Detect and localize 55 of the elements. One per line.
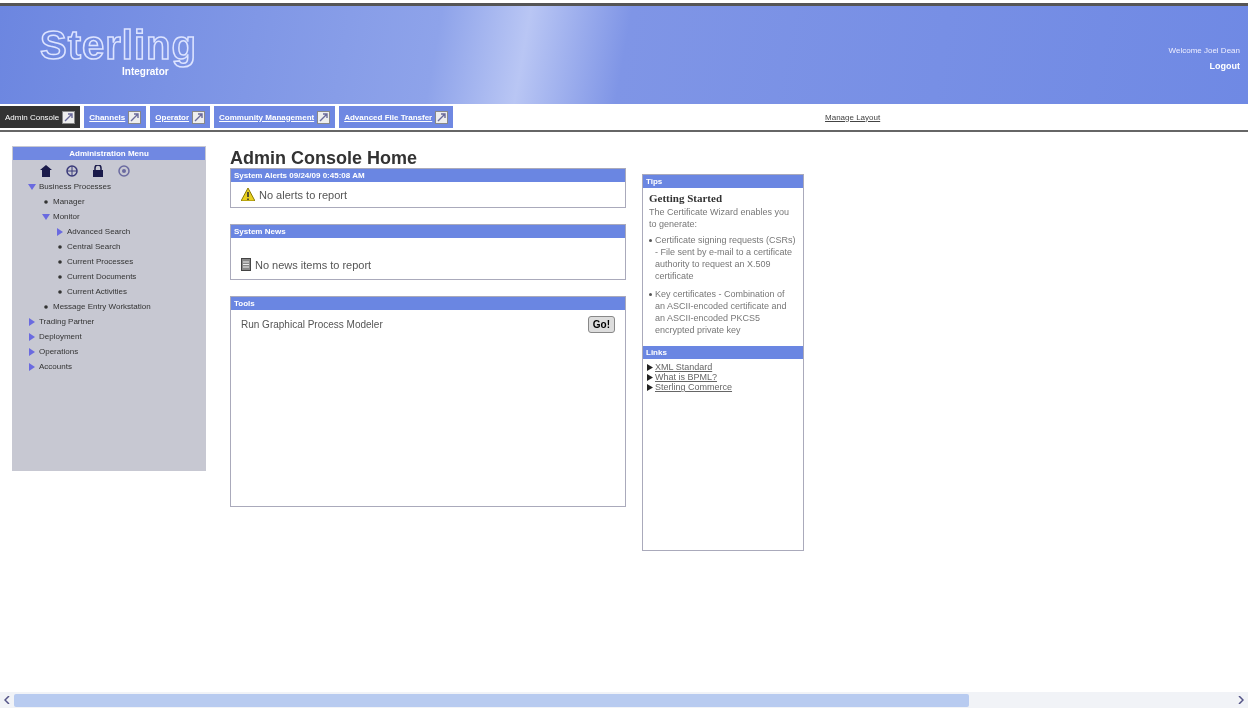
menu-item[interactable]: Manager bbox=[53, 197, 85, 206]
alerts-message: No alerts to report bbox=[259, 188, 348, 201]
menu-item[interactable]: Advanced Search bbox=[67, 227, 131, 236]
globe-icon[interactable] bbox=[66, 165, 78, 177]
bullet-icon bbox=[649, 239, 652, 242]
menu-item[interactable]: Current Activities bbox=[67, 287, 128, 296]
panel-header: System News bbox=[231, 225, 625, 238]
menu-item[interactable]: Accounts bbox=[39, 362, 72, 371]
home-icon[interactable] bbox=[40, 165, 52, 177]
bullet-icon bbox=[56, 242, 64, 251]
scroll-thumb[interactable] bbox=[14, 693, 969, 707]
menu-item[interactable]: Current Processes bbox=[67, 257, 134, 266]
bullet-icon bbox=[56, 287, 64, 296]
link[interactable]: What is BPML? bbox=[655, 372, 718, 382]
page-title: Admin Console Home bbox=[230, 148, 418, 168]
news-message: No news items to report bbox=[255, 258, 372, 271]
link[interactable]: XML Standard bbox=[655, 362, 713, 372]
menu-item[interactable]: Deployment bbox=[39, 332, 82, 341]
popout-icon[interactable] bbox=[62, 110, 76, 124]
bullet-icon bbox=[56, 272, 64, 281]
logo-subtitle: Integrator bbox=[122, 66, 169, 77]
scroll-right-icon[interactable] bbox=[1238, 696, 1244, 704]
manage-layout-link[interactable]: Manage Layout bbox=[825, 112, 881, 122]
menu-item[interactable]: Operations bbox=[39, 347, 79, 356]
scroll-left-icon[interactable] bbox=[4, 696, 10, 704]
welcome-text: Welcome Joel Dean bbox=[1168, 46, 1240, 55]
bullet-icon bbox=[56, 257, 64, 266]
menu-item[interactable]: Business Processes bbox=[39, 182, 112, 191]
menu-item[interactable]: Current Documents bbox=[67, 272, 137, 281]
warning-icon bbox=[241, 188, 255, 201]
bullet-icon bbox=[42, 302, 50, 311]
panel-header: Links bbox=[643, 346, 803, 359]
bullet-icon bbox=[649, 293, 652, 296]
panel-header: Tips bbox=[643, 175, 803, 188]
menu-item[interactable]: Monitor bbox=[53, 212, 80, 221]
tab[interactable]: Admin Console bbox=[0, 106, 81, 128]
lock-icon[interactable] bbox=[92, 165, 104, 177]
sidebar-title: Administration Menu bbox=[13, 147, 205, 160]
go-button[interactable]: Go! bbox=[587, 316, 615, 333]
menu-item[interactable]: Trading Partner bbox=[39, 317, 95, 326]
tips-heading: Getting Started bbox=[649, 192, 723, 204]
menu-item[interactable]: Message Entry Workstation bbox=[53, 302, 151, 311]
tips-text: The Certificate Wizard enables you to generate: bbox=[649, 206, 791, 230]
menu-item[interactable]: Central Search bbox=[67, 242, 121, 251]
panel-header: Tools bbox=[231, 297, 625, 310]
panel-header: System Alerts 09/24/09 0:45:08 AM bbox=[231, 169, 625, 182]
help-icon[interactable] bbox=[118, 165, 130, 177]
link[interactable]: Sterling Commerce bbox=[655, 382, 733, 392]
horizontal-scrollbar[interactable] bbox=[0, 692, 1248, 708]
tool-label: Run Graphical Process Modeler bbox=[241, 319, 383, 330]
tips-bullet: Key certificates - Combination of an ASCII-encoded certificate and an ASCII-encoded PKCS5 encrypted private key bbox=[655, 288, 788, 336]
logo: Sterling bbox=[40, 24, 197, 66]
document-icon bbox=[241, 258, 251, 271]
bullet-icon bbox=[42, 197, 50, 206]
tips-bullet: Certificate signing requests (CSRs) - File sent by e-mail to a certificate authority to request an X.509 certificate bbox=[655, 234, 797, 282]
